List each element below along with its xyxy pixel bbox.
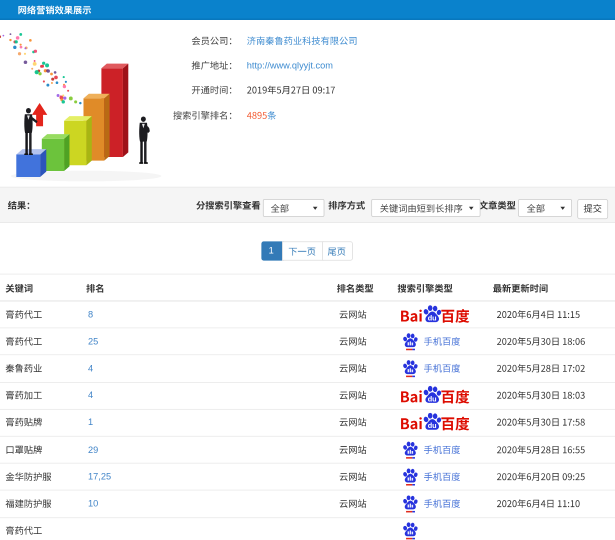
svg-text:du: du (428, 421, 437, 430)
svg-text:du: du (428, 394, 437, 403)
svg-text:du: du (428, 313, 437, 322)
